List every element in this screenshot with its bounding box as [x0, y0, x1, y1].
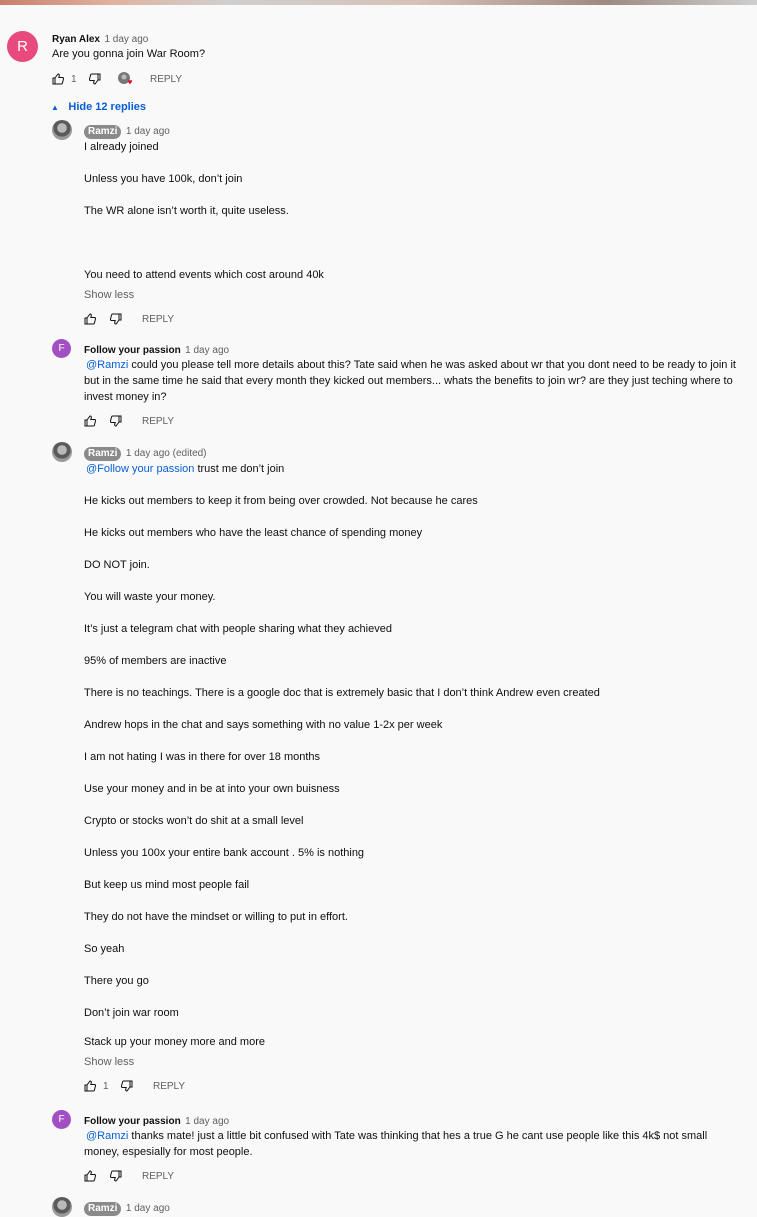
show-less-button[interactable]: Show less: [84, 1056, 134, 1068]
reply-line: 95% of members are inactive: [84, 655, 227, 667]
avatar[interactable]: F: [52, 339, 71, 358]
reply-button[interactable]: REPLY: [142, 1171, 174, 1182]
like-icon[interactable]: [84, 1080, 96, 1092]
reply-line: Crypto or stocks won’t do shit at a smal…: [84, 815, 304, 827]
avatar[interactable]: F: [52, 1110, 71, 1129]
avatar[interactable]: [52, 120, 72, 140]
like-icon[interactable]: [84, 415, 96, 427]
reply-button[interactable]: REPLY: [142, 314, 174, 325]
comment-author[interactable]: Ryan Alex: [52, 34, 100, 45]
reply-line: Stack up your money more and more: [84, 1036, 265, 1048]
reply-line: Unless you have 100k, don’t join: [84, 173, 243, 185]
dislike-icon[interactable]: [110, 313, 122, 325]
reply-line: @Ramzi thanks mate! just a little bit co…: [86, 1128, 707, 1144]
reply-header: Ramzi 1 day ago: [84, 1198, 170, 1216]
hide-replies-label: Hide 12 replies: [68, 101, 147, 113]
reply-line: He kicks out members to keep it from bei…: [84, 495, 478, 507]
dislike-icon[interactable]: [89, 73, 101, 85]
reply-line: @Ramzi could you please tell more detail…: [86, 357, 751, 373]
reply-line: The WR alone isn’t worth it, quite usele…: [84, 205, 289, 217]
reply-time[interactable]: 1 day ago: [185, 345, 229, 356]
mention-link[interactable]: @Ramzi: [86, 359, 128, 371]
reply-line: You will waste your money.: [84, 591, 216, 603]
hide-replies-button[interactable]: ▲ Hide 12 replies: [51, 97, 146, 115]
dislike-icon[interactable]: [110, 1170, 122, 1182]
reply-line: So yeah: [84, 943, 125, 955]
reply-line: Unless you 100x your entire bank account…: [84, 847, 365, 859]
reply-button[interactable]: REPLY: [153, 1081, 185, 1092]
caret-up-icon: ▲: [51, 103, 59, 112]
avatar[interactable]: R: [7, 31, 38, 62]
show-less-button[interactable]: Show less: [84, 289, 134, 301]
like-count: 1: [103, 1081, 109, 1092]
avatar[interactable]: [52, 1197, 72, 1217]
reply-author[interactable]: Follow your passion: [84, 345, 181, 356]
reply-author[interactable]: Ramzi: [84, 447, 122, 461]
reply-line: But keep us mind most people fail: [84, 879, 250, 891]
like-icon[interactable]: [84, 1170, 96, 1182]
reply-line: Use your money and in be at into your ow…: [84, 783, 340, 795]
reply-line: DO NOT join.: [84, 559, 150, 571]
reply-text: trust me don’t join: [197, 463, 285, 475]
reply-line: I am not hating I was in there for over …: [84, 751, 321, 763]
comment-header: Ryan Alex 1 day ago: [52, 29, 148, 47]
comment-text: Are you gonna join War Room?: [52, 48, 206, 60]
dislike-icon[interactable]: [121, 1080, 133, 1092]
reply-time[interactable]: 1 day ago: [126, 126, 170, 137]
avatar[interactable]: [52, 442, 72, 462]
reply-header: Follow your passion 1 day ago: [84, 1111, 229, 1129]
reply-line: There is no teachings. There is a google…: [84, 687, 600, 699]
reply-line: Andrew hops in the chat and says somethi…: [84, 719, 443, 731]
reply-line: money, espesially for most people.: [84, 1146, 253, 1158]
mention-link[interactable]: @Follow your passion: [86, 463, 194, 475]
reply-line: but in the same time he said that every …: [84, 375, 733, 387]
reply-header: Follow your passion 1 day ago: [84, 340, 229, 358]
reply-line: They do not have the mindset or willing …: [84, 911, 348, 923]
reply-author[interactable]: Ramzi: [84, 1202, 122, 1216]
reply-line: He kicks out members who have the least …: [84, 527, 423, 539]
reply-line: It’s just a telegram chat with people sh…: [84, 623, 392, 635]
creator-heart-icon: [118, 72, 132, 85]
like-icon[interactable]: [84, 313, 96, 325]
top-image-strip: [0, 0, 757, 5]
reply-text: thanks mate! just a little bit confused …: [131, 1130, 708, 1142]
comment-time[interactable]: 1 day ago: [104, 34, 148, 45]
reply-button[interactable]: REPLY: [142, 416, 174, 427]
reply-line: @Follow your passion trust me don’t join: [86, 461, 284, 477]
reply-time[interactable]: 1 day ago: [185, 1116, 229, 1127]
reply-author[interactable]: Follow your passion: [84, 1116, 181, 1127]
reply-button[interactable]: REPLY: [150, 74, 182, 85]
reply-time[interactable]: 1 day ago: [126, 1203, 170, 1214]
reply-time[interactable]: 1 day ago (edited): [126, 448, 207, 459]
dislike-icon[interactable]: [110, 415, 122, 427]
reply-header: Ramzi 1 day ago: [84, 121, 170, 139]
like-count: 1: [71, 74, 77, 85]
reply-line: I already joined: [84, 141, 159, 153]
reply-author[interactable]: Ramzi: [84, 125, 122, 139]
reply-line: Don’t join war room: [84, 1007, 179, 1019]
like-icon[interactable]: [52, 73, 64, 85]
reply-line: There you go: [84, 975, 149, 987]
reply-line: You need to attend events which cost aro…: [84, 269, 324, 281]
reply-text: could you please tell more details about…: [131, 359, 736, 371]
reply-line: invest money in?: [84, 391, 167, 403]
reply-header: Ramzi 1 day ago (edited): [84, 443, 207, 461]
mention-link[interactable]: @Ramzi: [86, 1130, 128, 1142]
